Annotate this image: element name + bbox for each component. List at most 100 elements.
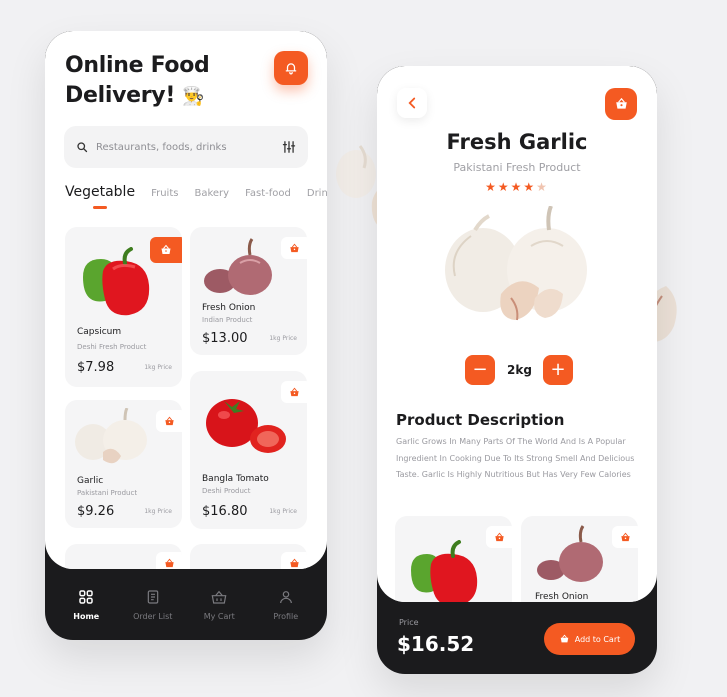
- add-to-cart-button[interactable]: [612, 526, 638, 548]
- tomato-image: [206, 399, 286, 453]
- basket-icon: [164, 416, 174, 425]
- product-unit: 1kg Price: [144, 508, 172, 515]
- related-card-capsicum[interactable]: [395, 516, 512, 602]
- basket-icon: [620, 532, 630, 541]
- product-name: Fresh Onion: [535, 592, 589, 602]
- product-price: $7.98: [77, 360, 115, 375]
- product-subtitle: Pakistani Fresh Product: [453, 161, 581, 174]
- nav-label: Home: [73, 611, 100, 621]
- bottom-navigation: Home Order List My Cart Profile: [45, 569, 327, 640]
- product-name: Garlic: [77, 476, 104, 486]
- bell-icon: [285, 63, 297, 75]
- search-icon: [77, 142, 88, 153]
- add-to-cart-button[interactable]: [486, 526, 512, 548]
- notification-button[interactable]: [274, 51, 308, 85]
- add-to-cart-button[interactable]: [156, 410, 182, 432]
- related-card-fresh-onion[interactable]: Fresh Onion: [521, 516, 638, 602]
- add-to-cart-primary-button[interactable]: Add to Cart: [544, 623, 635, 655]
- chef-emoji-icon: 👨‍🍳: [182, 86, 205, 107]
- grid-icon: [79, 589, 93, 604]
- basket-icon: [289, 243, 299, 252]
- title-line-2: Delivery! 👨‍🍳: [65, 81, 210, 112]
- capsicum-image: [411, 540, 478, 602]
- add-to-cart-button[interactable]: [156, 552, 182, 569]
- star-filled-icon: ★: [510, 180, 524, 194]
- basket-icon: [560, 634, 568, 643]
- tab-vegetable[interactable]: Vegetable: [65, 184, 135, 209]
- back-button[interactable]: [397, 88, 427, 118]
- title-line-1: Online Food: [65, 53, 210, 78]
- product-name: Fresh Onion: [202, 303, 256, 313]
- minus-icon: −: [472, 359, 488, 380]
- total-price: $16.52: [397, 632, 475, 656]
- price-label: Price: [399, 618, 419, 627]
- product-price: $16.80: [202, 504, 248, 519]
- tab-fruits[interactable]: Fruits: [151, 188, 178, 199]
- search-bar[interactable]: [64, 126, 308, 168]
- product-subtitle: Pakistani Product: [77, 489, 138, 497]
- home-screen: Online Food Delivery! 👨‍🍳 Vegetable Frui…: [45, 31, 327, 569]
- product-detail-screen: Fresh Garlic Pakistani Fresh Product ★★★…: [377, 66, 657, 602]
- product-card-fresh-onion[interactable]: Fresh Onion Indian Product $13.00 1kg Pr…: [190, 227, 307, 355]
- product-subtitle: Deshi Product: [202, 487, 251, 495]
- product-subtitle: Deshi Fresh Product: [77, 343, 147, 351]
- phone-home-screen: Online Food Delivery! 👨‍🍳 Vegetable Frui…: [45, 31, 327, 640]
- product-card-capsicum[interactable]: Capsicum Deshi Fresh Product $7.98 1kg P…: [65, 227, 182, 387]
- filter-icon[interactable]: [282, 140, 296, 154]
- quantity-stepper: − 2kg +: [465, 355, 573, 385]
- product-subtitle: Indian Product: [202, 316, 253, 324]
- nav-label: My Cart: [203, 611, 235, 621]
- product-card-bangla-tomato[interactable]: Bangla Tomato Deshi Product $16.80 1kg P…: [190, 371, 307, 529]
- chevron-left-icon: [408, 97, 416, 109]
- product-name: Bangla Tomato: [202, 474, 269, 484]
- product-title: Fresh Garlic: [446, 130, 588, 154]
- nav-home[interactable]: Home: [56, 589, 116, 621]
- basket-icon: [615, 97, 627, 109]
- product-price: $13.00: [202, 331, 248, 346]
- decrease-quantity-button[interactable]: −: [465, 355, 495, 385]
- add-to-cart-button[interactable]: [281, 237, 307, 259]
- tab-bakery[interactable]: Bakery: [194, 188, 229, 199]
- basket-icon: [494, 532, 504, 541]
- user-icon: [279, 590, 292, 603]
- category-tabs: Vegetable Fruits Bakery Fast-food Drinks: [65, 184, 327, 214]
- title-line-2-text: Delivery!: [65, 83, 176, 108]
- star-filled-icon: ★: [497, 180, 511, 194]
- star-empty-icon: ★: [536, 180, 549, 194]
- product-card-partial[interactable]: [190, 544, 307, 569]
- add-to-cart-label: Add to Cart: [574, 634, 621, 644]
- product-price: $9.26: [77, 504, 115, 519]
- search-input[interactable]: [96, 141, 282, 153]
- star-filled-icon: ★: [485, 180, 498, 194]
- product-unit: 1kg Price: [269, 508, 297, 515]
- basket-icon: [161, 244, 171, 254]
- plus-icon: +: [550, 359, 566, 380]
- increase-quantity-button[interactable]: +: [543, 355, 573, 385]
- nav-my-cart[interactable]: My Cart: [189, 589, 249, 621]
- nav-profile[interactable]: Profile: [256, 589, 316, 621]
- star-filled-icon: ★: [523, 180, 537, 194]
- description-heading: Product Description: [396, 411, 565, 429]
- basket-icon: [211, 590, 227, 604]
- onion-image: [204, 238, 272, 295]
- phone-product-detail: Fresh Garlic Pakistani Fresh Product ★★★…: [377, 66, 657, 674]
- tab-drinks[interactable]: Drinks: [307, 188, 327, 199]
- basket-icon: [164, 558, 174, 567]
- page-title: Online Food Delivery! 👨‍🍳: [65, 51, 210, 112]
- cart-button[interactable]: [605, 88, 637, 120]
- garlic-image: [75, 408, 147, 464]
- product-unit: 1kg Price: [144, 364, 172, 371]
- nav-order-list[interactable]: Order List: [123, 589, 183, 621]
- onion-image: [537, 525, 603, 582]
- document-icon: [147, 589, 159, 604]
- description-text: Garlic Grows In Many Parts Of The World …: [396, 437, 635, 479]
- tab-fast-food[interactable]: Fast-food: [245, 188, 291, 199]
- basket-icon: [289, 558, 299, 567]
- product-card-partial[interactable]: [65, 544, 182, 569]
- product-name: Capsicum: [77, 327, 122, 337]
- garlic-hero-image: [445, 206, 587, 321]
- nav-label: Order List: [133, 611, 173, 621]
- add-to-cart-button[interactable]: [281, 552, 307, 569]
- rating-stars: ★★★★★: [377, 180, 657, 194]
- product-card-garlic[interactable]: Garlic Pakistani Product $9.26 1kg Price: [65, 400, 182, 528]
